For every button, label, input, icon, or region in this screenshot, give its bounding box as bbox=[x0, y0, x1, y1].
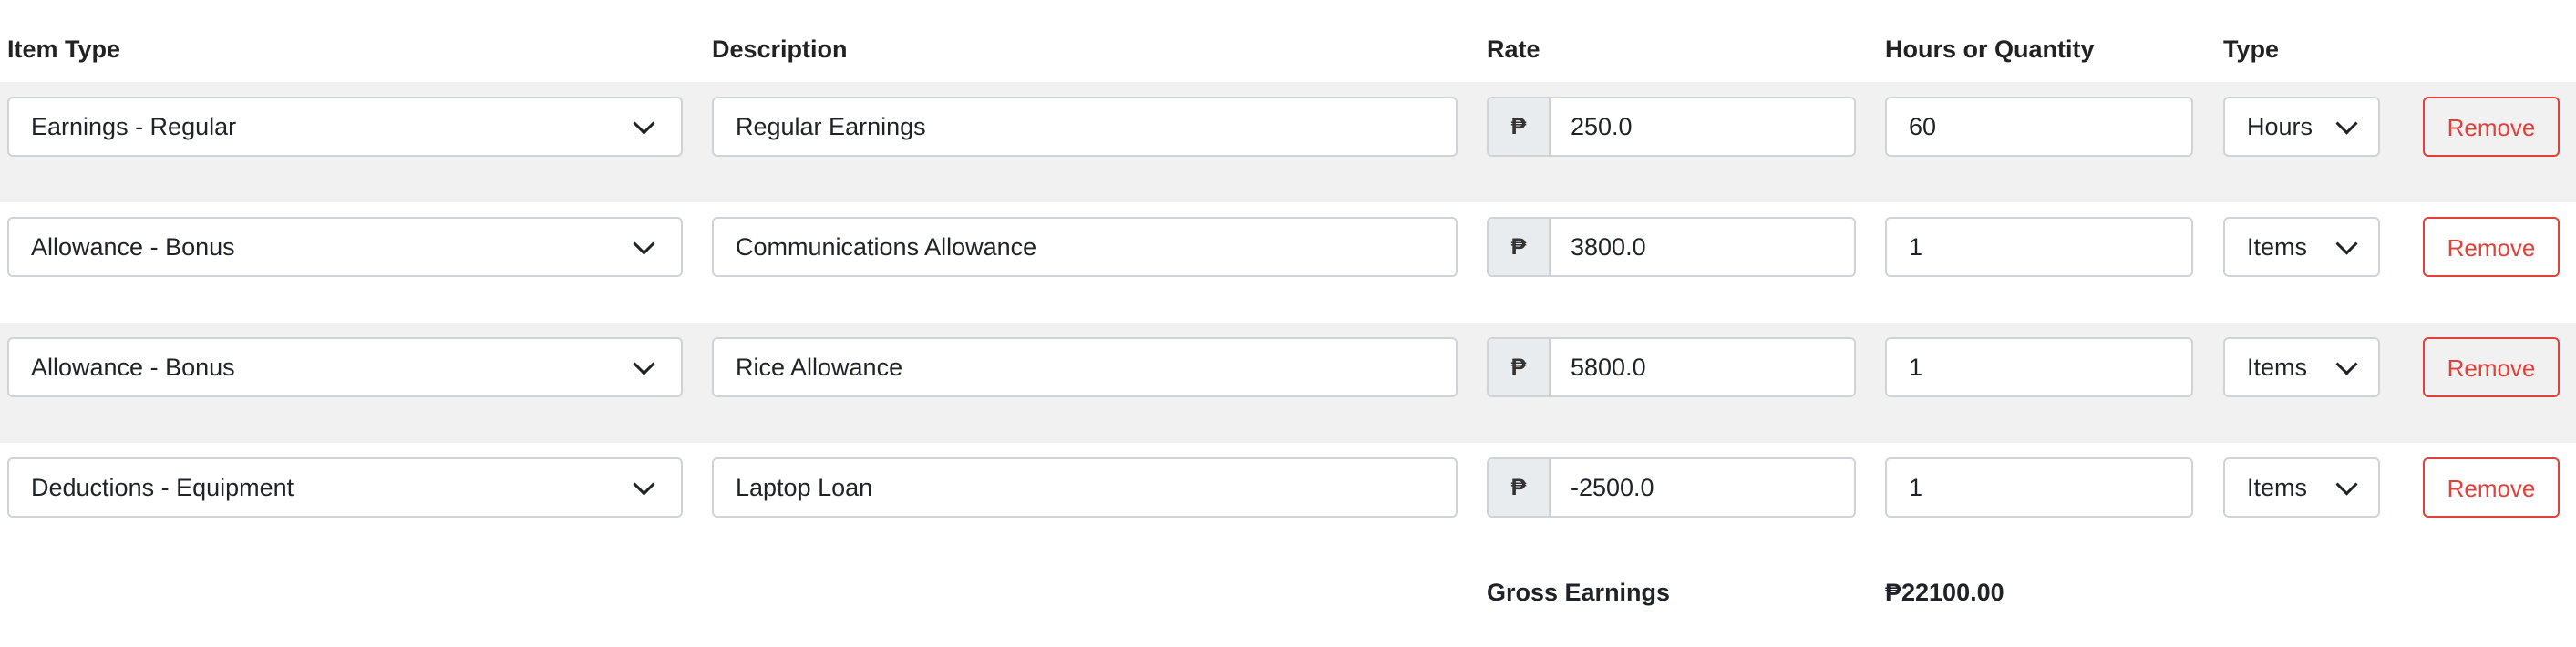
unit-type-select[interactable]: Items bbox=[2223, 337, 2380, 397]
chevron-down-icon bbox=[2335, 112, 2358, 135]
table-row: Allowance - Bonus Rice Allowance ₱ 5800.… bbox=[0, 323, 2576, 443]
description-input[interactable]: Regular Earnings bbox=[712, 97, 1458, 157]
rate-input-group: ₱ 5800.0 bbox=[1487, 337, 1856, 397]
unit-type-value: Items bbox=[2247, 474, 2308, 501]
chevron-down-icon bbox=[633, 473, 655, 496]
quantity-input[interactable]: 1 bbox=[1885, 217, 2193, 277]
header-description: Description bbox=[712, 36, 848, 63]
rate-input[interactable]: 5800.0 bbox=[1571, 339, 1646, 395]
table-row: Deductions - Equipment Laptop Loan ₱ -25… bbox=[0, 443, 2576, 563]
peso-currency-icon: ₱ bbox=[1489, 339, 1551, 395]
unit-type-select[interactable]: Items bbox=[2223, 217, 2380, 277]
item-type-select[interactable]: Deductions - Equipment bbox=[7, 457, 683, 518]
quantity-input[interactable]: 60 bbox=[1885, 97, 2193, 157]
unit-type-value: Items bbox=[2247, 233, 2308, 261]
rate-input-group: ₱ 3800.0 bbox=[1487, 217, 1856, 277]
item-type-value: Allowance - Bonus bbox=[31, 233, 235, 261]
item-type-select[interactable]: Allowance - Bonus bbox=[7, 217, 683, 277]
header-type: Type bbox=[2223, 36, 2280, 63]
item-type-value: Deductions - Equipment bbox=[31, 474, 294, 501]
unit-type-select[interactable]: Items bbox=[2223, 457, 2380, 518]
rate-input-group: ₱ -2500.0 bbox=[1487, 457, 1856, 518]
quantity-input[interactable]: 1 bbox=[1885, 337, 2193, 397]
chevron-down-icon bbox=[2335, 353, 2358, 375]
remove-button[interactable]: Remove bbox=[2423, 217, 2560, 277]
remove-button[interactable]: Remove bbox=[2423, 457, 2560, 518]
unit-type-select[interactable]: Hours bbox=[2223, 97, 2380, 157]
peso-currency-icon: ₱ bbox=[1489, 459, 1551, 516]
gross-earnings-label: Gross Earnings bbox=[1487, 579, 1671, 606]
item-type-select[interactable]: Earnings - Regular bbox=[7, 97, 683, 157]
description-input[interactable]: Rice Allowance bbox=[712, 337, 1458, 397]
chevron-down-icon bbox=[633, 353, 655, 375]
unit-type-value: Hours bbox=[2247, 113, 2313, 140]
item-type-select[interactable]: Allowance - Bonus bbox=[7, 337, 683, 397]
gross-earnings-value: ₱22100.00 bbox=[1885, 579, 2004, 606]
chevron-down-icon bbox=[2335, 473, 2358, 496]
quantity-input[interactable]: 1 bbox=[1885, 457, 2193, 518]
chevron-down-icon bbox=[633, 112, 655, 135]
chevron-down-icon bbox=[2335, 232, 2358, 255]
peso-currency-icon: ₱ bbox=[1489, 219, 1551, 275]
item-type-value: Earnings - Regular bbox=[31, 113, 237, 140]
table-row: Allowance - Bonus Communications Allowan… bbox=[0, 202, 2576, 323]
rate-input[interactable]: 3800.0 bbox=[1571, 219, 1646, 275]
remove-button[interactable]: Remove bbox=[2423, 97, 2560, 157]
item-type-value: Allowance - Bonus bbox=[31, 354, 235, 381]
peso-currency-icon: ₱ bbox=[1489, 98, 1551, 155]
description-input[interactable]: Communications Allowance bbox=[712, 217, 1458, 277]
table-header: Item Type Description Rate Hours or Quan… bbox=[0, 27, 2576, 71]
table-row: Earnings - Regular Regular Earnings ₱ 25… bbox=[0, 82, 2576, 202]
header-hours-or-quantity: Hours or Quantity bbox=[1885, 36, 2095, 63]
chevron-down-icon bbox=[633, 232, 655, 255]
header-item-type: Item Type bbox=[7, 36, 121, 63]
unit-type-value: Items bbox=[2247, 354, 2308, 381]
description-input[interactable]: Laptop Loan bbox=[712, 457, 1458, 518]
rate-input[interactable]: 250.0 bbox=[1571, 98, 1633, 155]
header-rate: Rate bbox=[1487, 36, 1540, 63]
rate-input[interactable]: -2500.0 bbox=[1571, 459, 1654, 516]
payroll-items-table: Item Type Description Rate Hours or Quan… bbox=[0, 0, 2576, 647]
rate-input-group: ₱ 250.0 bbox=[1487, 97, 1856, 157]
remove-button[interactable]: Remove bbox=[2423, 337, 2560, 397]
